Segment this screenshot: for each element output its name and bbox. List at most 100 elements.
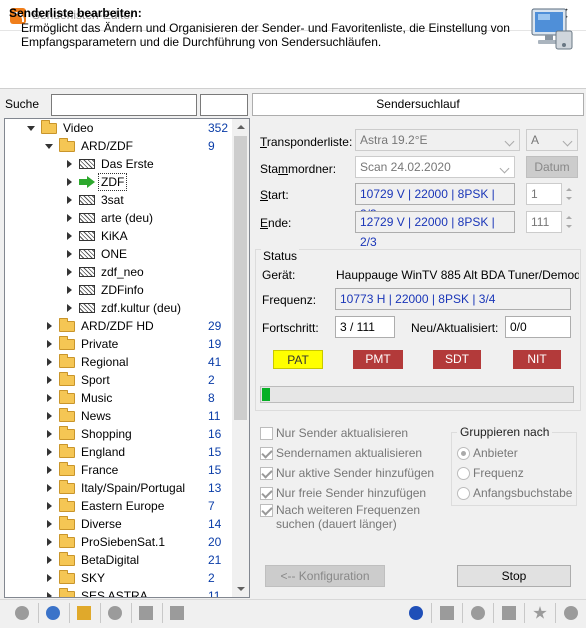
- stop-button[interactable]: Stop: [457, 565, 571, 587]
- end-spinbox[interactable]: 111: [526, 211, 562, 233]
- expand-arrow-icon[interactable]: [45, 322, 54, 331]
- folder-icon: [59, 354, 75, 368]
- start-spinbox[interactable]: 1: [526, 183, 562, 205]
- expand-arrow-icon[interactable]: [45, 430, 54, 439]
- group-by-legend: Gruppieren nach: [457, 425, 553, 439]
- tree-item-italy-spain-portugal[interactable]: Italy/Spain/Portugal 13: [5, 479, 235, 497]
- delete-icon[interactable]: [136, 603, 156, 623]
- tree-item-music[interactable]: Music 8: [5, 389, 235, 407]
- expand-arrow-icon[interactable]: [45, 358, 54, 367]
- tree-item-diverse[interactable]: Diverse 14: [5, 515, 235, 533]
- tree-item-video[interactable]: Video 352: [5, 119, 235, 137]
- start-transponder-field[interactable]: 10729 V | 22000 | 8PSK | 2/3: [355, 183, 515, 221]
- end-spin-arrows[interactable]: [563, 211, 575, 233]
- start-spin-arrows[interactable]: [563, 183, 575, 205]
- expand-arrow-icon[interactable]: [45, 520, 54, 529]
- expand-arrow-icon[interactable]: [65, 250, 74, 259]
- tree-scrollbar[interactable]: [232, 119, 249, 597]
- stammordner-select[interactable]: Scan 24.02.2020: [355, 156, 515, 178]
- tree-item-zdf-kultur-deu[interactable]: zdf.kultur (deu): [5, 299, 235, 317]
- star-icon[interactable]: [530, 603, 550, 623]
- end-transponder-field[interactable]: 12729 V | 22000 | 8PSK | 2/3: [355, 211, 515, 249]
- scroll-thumb[interactable]: [234, 136, 247, 420]
- tree-item-england[interactable]: England 15: [5, 443, 235, 461]
- undo-icon[interactable]: [167, 603, 187, 623]
- expand-arrow-icon[interactable]: [45, 484, 54, 493]
- tree-item-private[interactable]: Private 19: [5, 335, 235, 353]
- expand-arrow-icon[interactable]: [65, 214, 74, 223]
- tree-item-shopping[interactable]: Shopping 16: [5, 425, 235, 443]
- tree-item-ard-zdf-hd[interactable]: ARD/ZDF HD 29: [5, 317, 235, 335]
- expand-arrow-icon[interactable]: [65, 160, 74, 169]
- gear-icon[interactable]: [468, 603, 488, 623]
- expand-arrow-icon[interactable]: [45, 466, 54, 475]
- reload-icon[interactable]: [43, 603, 63, 623]
- tree-item-ses-astra[interactable]: SES ASTRA 11: [5, 587, 235, 597]
- tree-item-label: Diverse: [81, 517, 122, 531]
- radio-frequenz[interactable]: [457, 467, 470, 480]
- expand-arrow-icon[interactable]: [45, 592, 54, 597]
- expand-arrow-icon[interactable]: [45, 394, 54, 403]
- radio-anbieter[interactable]: [457, 447, 470, 460]
- edit-icon[interactable]: [437, 603, 457, 623]
- tree-item-regional[interactable]: Regional 41: [5, 353, 235, 371]
- search-icon[interactable]: [499, 603, 519, 623]
- expand-arrow-icon[interactable]: [45, 574, 54, 583]
- tree-item-zdf[interactable]: ZDF: [5, 173, 235, 191]
- new-updated-label: Neu/Aktualisiert:: [411, 321, 499, 335]
- tree-item-one[interactable]: ONE: [5, 245, 235, 263]
- tree-item-prosiebensat-1[interactable]: ProSiebenSat.1 20: [5, 533, 235, 551]
- tree-item-das-erste[interactable]: Das Erste: [5, 155, 235, 173]
- expand-arrow-icon[interactable]: [65, 178, 74, 187]
- search-filter-input[interactable]: [200, 94, 248, 116]
- radio-anfangsbuchstabe[interactable]: [457, 487, 470, 500]
- checkbox-nur-sender-aktualisieren[interactable]: [260, 427, 273, 440]
- search-input[interactable]: [51, 94, 197, 116]
- tree-item-betadigital[interactable]: BetaDigital 21: [5, 551, 235, 569]
- tree-item-sky[interactable]: SKY 2: [5, 569, 235, 587]
- tree-item-arte-deu[interactable]: arte (deu): [5, 209, 235, 227]
- folder-icon: [59, 588, 75, 597]
- checkbox-nur-aktive-sender-hinzuf-gen[interactable]: [260, 467, 273, 480]
- checkbox-nach-weiteren-frequenzen-suche[interactable]: [260, 504, 273, 517]
- add-folder-icon[interactable]: [74, 603, 94, 623]
- expand-arrow-icon[interactable]: [45, 502, 54, 511]
- checkbox-nur-freie-sender-hinzuf-gen[interactable]: [260, 487, 273, 500]
- band-select[interactable]: A: [526, 129, 578, 151]
- tree-item-news[interactable]: News 11: [5, 407, 235, 425]
- expand-arrow-icon[interactable]: [65, 268, 74, 277]
- expand-arrow-icon[interactable]: [45, 376, 54, 385]
- tree-item-zdf-neo[interactable]: zdf_neo: [5, 263, 235, 281]
- tree-item-eastern-europe[interactable]: Eastern Europe 7: [5, 497, 235, 515]
- expand-arrow-icon[interactable]: [45, 556, 54, 565]
- collapse-arrow-icon[interactable]: [27, 124, 36, 133]
- expand-arrow-icon[interactable]: [65, 286, 74, 295]
- frequency-label: Frequenz:: [262, 293, 317, 307]
- expand-arrow-icon[interactable]: [45, 340, 54, 349]
- help-icon[interactable]: [406, 603, 426, 623]
- checkbox-sendernamen-aktualisieren[interactable]: [260, 447, 273, 460]
- power-icon[interactable]: [561, 603, 581, 623]
- expand-arrow-icon[interactable]: [45, 412, 54, 421]
- tree-item-label: News: [81, 409, 112, 423]
- tree-item-france[interactable]: France 15: [5, 461, 235, 479]
- expand-arrow-icon[interactable]: [65, 304, 74, 313]
- datum-button[interactable]: Datum: [526, 156, 578, 178]
- collapse-arrow-icon[interactable]: [45, 142, 54, 151]
- scroll-up-arrow[interactable]: [232, 119, 249, 136]
- configuration-button[interactable]: <-- Konfiguration: [265, 565, 385, 587]
- expand-arrow-icon[interactable]: [45, 448, 54, 457]
- tree-item-ard-zdf[interactable]: ARD/ZDF 9: [5, 137, 235, 155]
- tree-item-3sat[interactable]: 3sat: [5, 191, 235, 209]
- tree-item-zdfinfo[interactable]: ZDFinfo: [5, 281, 235, 299]
- expand-arrow-icon[interactable]: [65, 232, 74, 241]
- transponder-select[interactable]: Astra 19.2°E: [355, 129, 520, 151]
- channel-tree[interactable]: Video 352 ARD/ZDF 9 Das Erste ZDF 3sat arte (de…: [4, 118, 250, 598]
- expand-arrow-icon[interactable]: [45, 538, 54, 547]
- tree-item-kika[interactable]: KiKA: [5, 227, 235, 245]
- refresh-icon[interactable]: [12, 603, 32, 623]
- expand-arrow-icon[interactable]: [65, 196, 74, 205]
- scroll-down-arrow[interactable]: [232, 580, 249, 597]
- tree-item-sport[interactable]: Sport 2: [5, 371, 235, 389]
- face-icon[interactable]: [105, 603, 125, 623]
